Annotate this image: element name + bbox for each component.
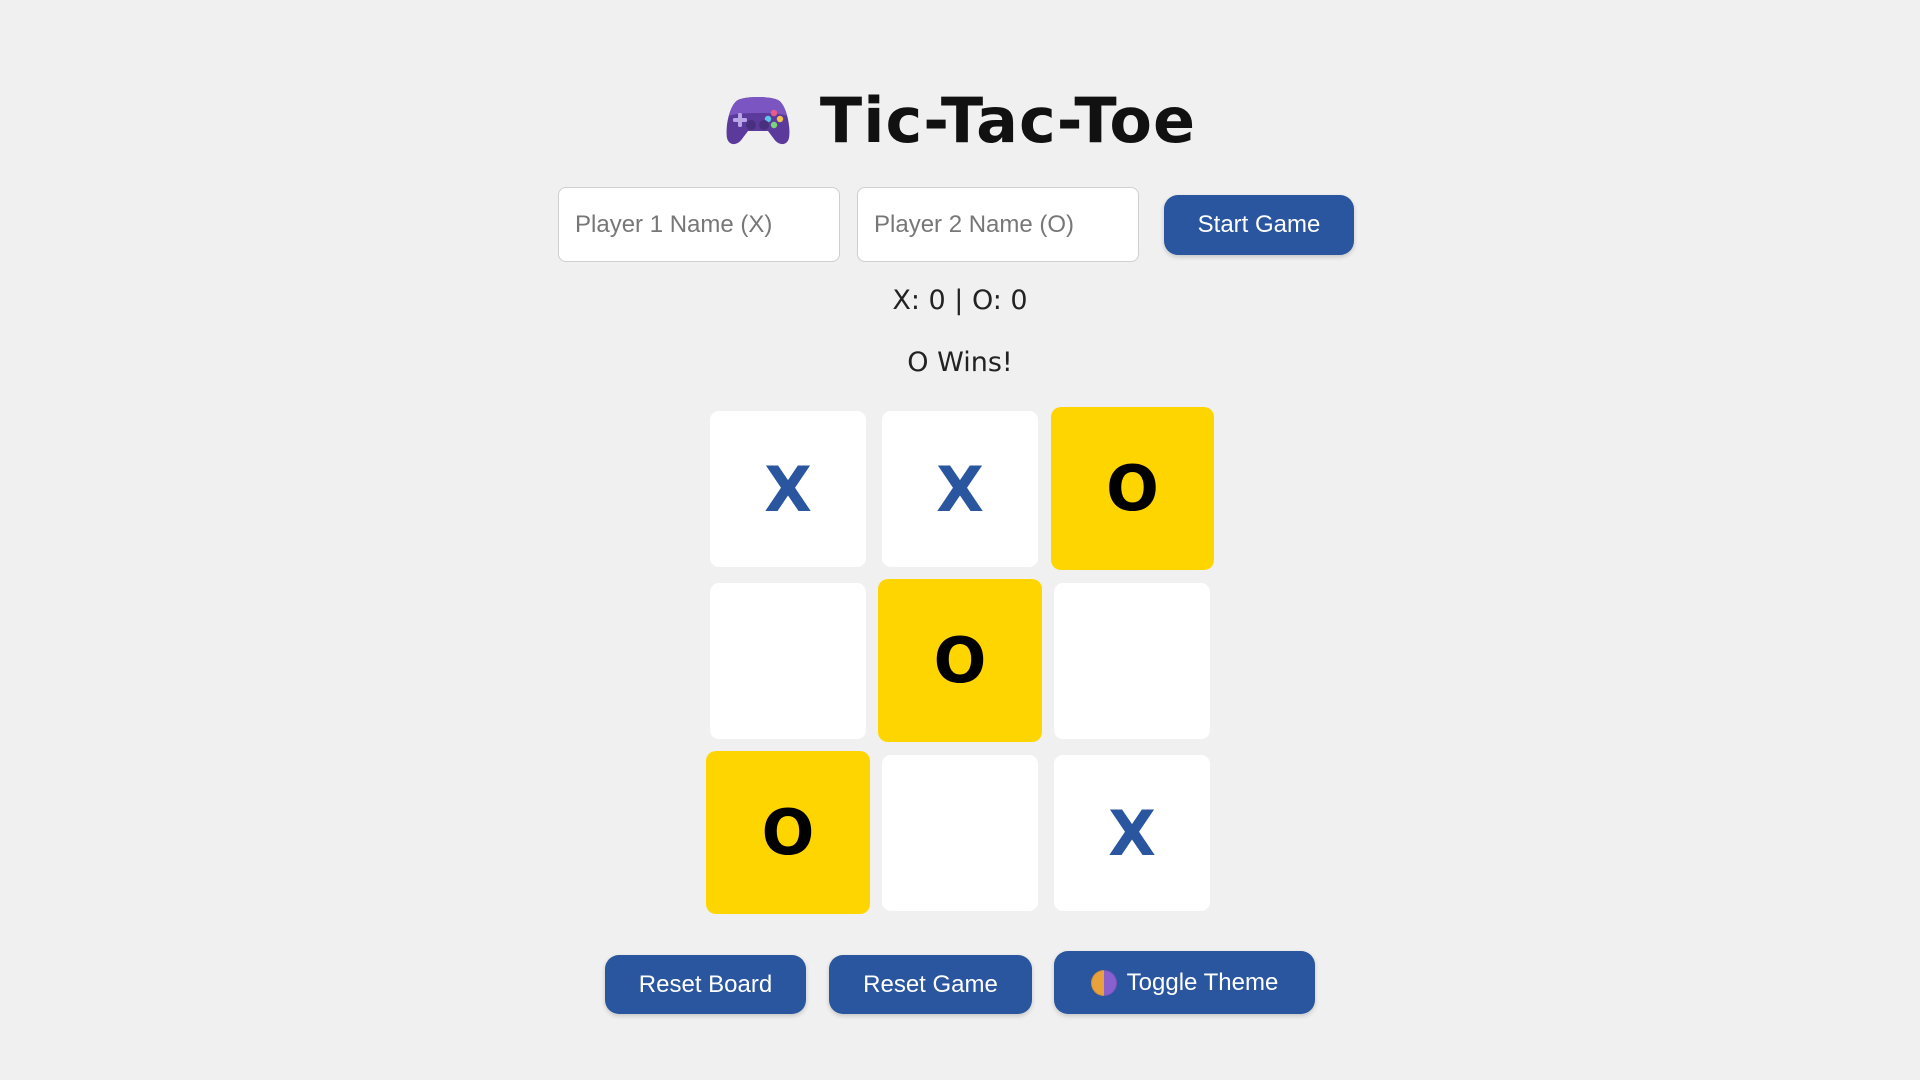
board-cell-7[interactable]: O — [706, 751, 870, 914]
board-cell-5[interactable]: O — [878, 579, 1042, 742]
board-cell-6[interactable] — [1054, 583, 1210, 739]
theme-moon-icon — [1090, 969, 1117, 996]
board-cell-8[interactable] — [882, 755, 1038, 911]
title-text: Tic-Tac-Toe — [819, 83, 1197, 157]
board-cell-4[interactable] — [710, 583, 866, 739]
game-board: X X O O O X — [0, 0, 1920, 1080]
toggle-theme-label: Toggle Theme — [1126, 968, 1279, 996]
start-game-button[interactable]: Start Game — [1164, 195, 1354, 255]
page-title: Tic-Tac-Toe — [0, 80, 1920, 160]
game-status: O Wins! — [907, 347, 1013, 378]
score-display: X: 0 | O: 0 — [892, 285, 1028, 316]
game-controller-icon — [724, 92, 792, 148]
start-game-label: Start Game — [1197, 211, 1321, 238]
reset-board-button[interactable]: Reset Board — [605, 955, 806, 1014]
player1-name-input[interactable] — [558, 187, 840, 262]
reset-board-label: Reset Board — [638, 970, 773, 998]
board-cell-2[interactable]: X — [882, 411, 1038, 567]
board-cell-9[interactable]: X — [1054, 755, 1210, 911]
reset-game-label: Reset Game — [863, 970, 998, 998]
toggle-theme-button[interactable]: Toggle Theme — [1054, 951, 1315, 1014]
player2-name-input[interactable] — [857, 187, 1139, 262]
board-cell-1[interactable]: X — [710, 411, 866, 567]
reset-game-button[interactable]: Reset Game — [829, 955, 1032, 1014]
board-cell-3[interactable]: O — [1051, 407, 1214, 570]
game-page: Tic-Tac-Toe Start Game X: 0 | O: 0 O Win… — [0, 0, 1920, 1080]
